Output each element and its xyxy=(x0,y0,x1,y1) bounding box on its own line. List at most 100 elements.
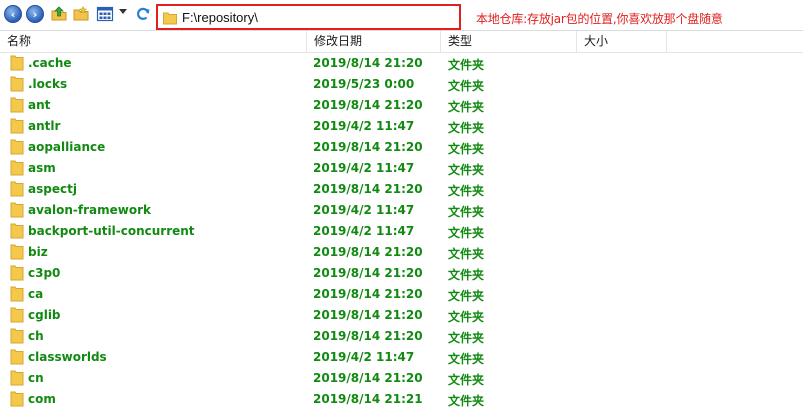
file-date: 2019/8/14 21:20 xyxy=(313,308,423,322)
arrow-right-icon: › xyxy=(32,7,38,21)
file-type: 文件夹 xyxy=(448,163,485,177)
folder-star-icon xyxy=(73,5,89,21)
file-name: .locks xyxy=(28,77,68,91)
column-header-date[interactable]: 修改日期 xyxy=(307,31,441,53)
file-date: 2019/8/14 21:20 xyxy=(313,266,423,280)
file-name: backport-util-concurrent xyxy=(28,224,195,238)
file-name: classworlds xyxy=(28,350,107,364)
folder-icon xyxy=(10,160,24,176)
file-name: ch xyxy=(28,329,44,343)
favorites-button[interactable] xyxy=(72,5,90,23)
list-item[interactable]: c3p0 2019/8/14 21:20 文件夹 xyxy=(0,263,803,284)
file-type: 文件夹 xyxy=(448,247,485,261)
file-type: 文件夹 xyxy=(448,79,485,93)
folder-icon xyxy=(10,223,24,239)
toolbar: ‹ › F:\repository\ 本地仓库:存放jar包的位置,你喜欢放那个… xyxy=(0,0,803,30)
folder-up-icon xyxy=(51,6,67,21)
file-date: 2019/8/14 21:20 xyxy=(313,140,423,154)
arrow-left-icon: ‹ xyxy=(10,7,16,21)
folder-icon xyxy=(10,181,24,197)
file-name: cglib xyxy=(28,308,61,322)
annotation-note: 本地仓库:存放jar包的位置,你喜欢放那个盘随意 xyxy=(476,12,723,26)
folder-icon xyxy=(10,76,24,92)
folder-icon xyxy=(10,139,24,155)
column-header-size[interactable]: 大小 xyxy=(577,31,667,53)
file-date: 2019/4/2 11:47 xyxy=(313,119,415,133)
file-date: 2019/8/14 21:20 xyxy=(313,287,423,301)
list-item[interactable]: com 2019/8/14 21:21 文件夹 xyxy=(0,389,803,410)
file-name: .cache xyxy=(28,56,72,70)
list-item[interactable]: aopalliance 2019/8/14 21:20 文件夹 xyxy=(0,137,803,158)
address-bar[interactable]: F:\repository\ xyxy=(156,4,461,30)
file-date: 2019/4/2 11:47 xyxy=(313,161,415,175)
list-item[interactable]: avalon-framework 2019/4/2 11:47 文件夹 xyxy=(0,200,803,221)
refresh-button[interactable] xyxy=(134,5,152,23)
address-path: F:\repository\ xyxy=(182,10,258,25)
file-name: asm xyxy=(28,161,56,175)
folder-icon xyxy=(10,244,24,260)
list-item[interactable]: ant 2019/8/14 21:20 文件夹 xyxy=(0,95,803,116)
file-type: 文件夹 xyxy=(448,352,485,366)
file-date: 2019/4/2 11:47 xyxy=(313,350,415,364)
file-name: cn xyxy=(28,371,44,385)
file-name: avalon-framework xyxy=(28,203,152,217)
file-date: 2019/4/2 11:47 xyxy=(313,224,415,238)
file-date: 2019/8/14 21:20 xyxy=(313,182,423,196)
file-type: 文件夹 xyxy=(448,394,485,408)
forward-button[interactable]: › xyxy=(26,5,44,23)
folder-icon xyxy=(10,307,24,323)
file-name: aopalliance xyxy=(28,140,106,154)
file-name: antlr xyxy=(28,119,61,133)
file-type: 文件夹 xyxy=(448,226,485,240)
folder-icon xyxy=(10,391,24,407)
file-date: 2019/5/23 0:00 xyxy=(313,77,415,91)
file-type: 文件夹 xyxy=(448,205,485,219)
list-item[interactable]: antlr 2019/4/2 11:47 文件夹 xyxy=(0,116,803,137)
chevron-down-icon[interactable] xyxy=(119,9,127,14)
list-item[interactable]: ca 2019/8/14 21:20 文件夹 xyxy=(0,284,803,305)
file-name: aspectj xyxy=(28,182,77,196)
list-item[interactable]: .cache 2019/8/14 21:20 文件夹 xyxy=(0,53,803,74)
folder-icon xyxy=(10,265,24,281)
file-date: 2019/8/14 21:20 xyxy=(313,98,423,112)
list-item[interactable]: asm 2019/4/2 11:47 文件夹 xyxy=(0,158,803,179)
list-item[interactable]: cn 2019/8/14 21:20 文件夹 xyxy=(0,368,803,389)
file-date: 2019/8/14 21:20 xyxy=(313,56,423,70)
up-folder-button[interactable] xyxy=(50,5,68,23)
list-item[interactable]: cglib 2019/8/14 21:20 文件夹 xyxy=(0,305,803,326)
file-date: 2019/8/14 21:20 xyxy=(313,371,423,385)
list-item[interactable]: .locks 2019/5/23 0:00 文件夹 xyxy=(0,74,803,95)
folder-icon xyxy=(10,328,24,344)
folder-icon xyxy=(10,97,24,113)
column-header-name[interactable]: 名称 xyxy=(0,31,307,53)
file-type: 文件夹 xyxy=(448,331,485,345)
file-name: com xyxy=(28,392,56,406)
list-item[interactable]: backport-util-concurrent 2019/4/2 11:47 文件… xyxy=(0,221,803,242)
list-item[interactable]: classworlds 2019/4/2 11:47 文件夹 xyxy=(0,347,803,368)
list-item[interactable]: ch 2019/8/14 21:20 文件夹 xyxy=(0,326,803,347)
list-item[interactable]: aspectj 2019/8/14 21:20 文件夹 xyxy=(0,179,803,200)
grid-view-icon xyxy=(96,6,114,22)
folder-icon xyxy=(10,55,24,71)
folder-icon xyxy=(163,12,177,25)
file-date: 2019/8/14 21:20 xyxy=(313,245,423,259)
file-name: ca xyxy=(28,287,44,301)
folder-icon xyxy=(10,370,24,386)
file-type: 文件夹 xyxy=(448,142,485,156)
list-item[interactable]: biz 2019/8/14 21:20 文件夹 xyxy=(0,242,803,263)
back-button[interactable]: ‹ xyxy=(4,5,22,23)
file-name: c3p0 xyxy=(28,266,61,280)
file-name: biz xyxy=(28,245,48,259)
file-type: 文件夹 xyxy=(448,100,485,114)
file-type: 文件夹 xyxy=(448,310,485,324)
folder-icon xyxy=(10,349,24,365)
folder-icon xyxy=(10,202,24,218)
file-type: 文件夹 xyxy=(448,58,485,72)
view-mode-button[interactable] xyxy=(96,5,114,23)
folder-icon xyxy=(10,286,24,302)
column-header-type[interactable]: 类型 xyxy=(441,31,577,53)
file-type: 文件夹 xyxy=(448,268,485,282)
file-type: 文件夹 xyxy=(448,289,485,303)
folder-icon xyxy=(10,118,24,134)
file-date: 2019/4/2 11:47 xyxy=(313,203,415,217)
